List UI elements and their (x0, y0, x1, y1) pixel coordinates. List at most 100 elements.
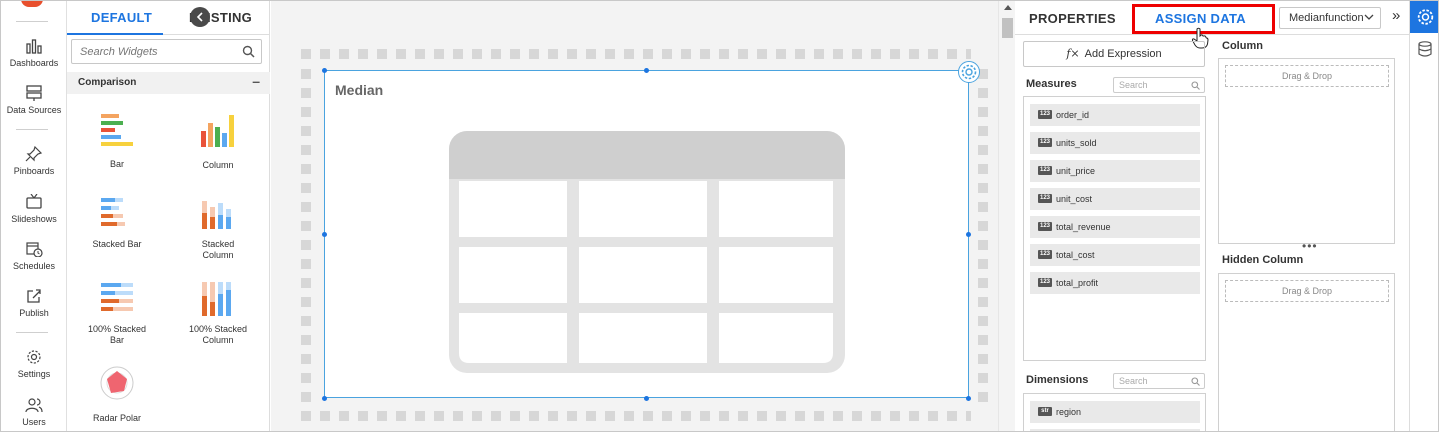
widget-stacked-bar[interactable]: Stacked Bar (72, 195, 162, 250)
resize-handle[interactable] (966, 232, 971, 237)
calendar-clock-icon (26, 242, 43, 257)
data-sources-icon (26, 85, 42, 101)
scroll-thumb[interactable] (1002, 18, 1013, 38)
chevron-left-icon (196, 12, 203, 22)
nav-item-users[interactable]: Users (1, 397, 67, 427)
number-type-icon: 123 (1038, 222, 1052, 231)
scroll-up-arrow[interactable] (1004, 5, 1012, 10)
resize-handle[interactable] (644, 396, 649, 401)
column-chart-widget-icon (173, 111, 263, 151)
widget-bar[interactable]: Bar (72, 111, 162, 170)
nav-item-schedules[interactable]: Schedules (1, 241, 67, 271)
nav-item-settings[interactable]: Settings (1, 349, 67, 379)
median-widget[interactable]: Median (324, 70, 969, 398)
nav-label: Settings (17, 369, 51, 379)
drag-drop-target[interactable]: Drag & Drop (1225, 65, 1389, 87)
tab-properties[interactable]: PROPERTIES (1029, 11, 1116, 26)
collapse-category-icon[interactable]: – (252, 73, 260, 89)
stacked-bar-widget-icon (72, 195, 162, 235)
measure-field-item[interactable]: 123 unit_cost (1030, 188, 1200, 210)
grid-guide (301, 49, 971, 59)
resize-handle[interactable] (644, 68, 649, 73)
measure-field-item[interactable]: 123 total_profit (1030, 272, 1200, 294)
gear-icon (1417, 9, 1434, 25)
widget-search-input[interactable] (72, 40, 232, 63)
field-name: unit_price (1056, 166, 1096, 176)
gear-icon (961, 64, 977, 80)
category-header-comparison[interactable]: Comparison – (67, 72, 270, 94)
more-options-icon[interactable]: ••• (1302, 239, 1318, 253)
string-type-icon: str (1038, 407, 1052, 416)
grid-guide (978, 69, 988, 404)
nav-divider (16, 129, 48, 130)
nav-item-slideshows[interactable]: Slideshows (1, 194, 67, 224)
dimensions-search-input[interactable]: Search (1113, 373, 1205, 389)
collapse-panel-button[interactable] (190, 7, 210, 27)
widget-label: Bar (109, 159, 124, 169)
nav-item-publish[interactable]: Publish (1, 288, 67, 318)
expand-panel-icon[interactable]: » (1392, 7, 1400, 24)
widget-radar-polar[interactable]: Radar Polar (72, 365, 162, 424)
search-icon (1191, 377, 1200, 386)
resize-handle[interactable] (322, 396, 327, 401)
resize-handle[interactable] (966, 396, 971, 401)
widget-label: Radar Polar (92, 413, 142, 423)
pin-icon (25, 146, 43, 162)
widget-100-stacked-bar[interactable]: 100% Stacked Bar (72, 280, 162, 346)
left-nav: Dashboards Data Sources Pinboards Slides… (1, 1, 67, 431)
widget-selector-dropdown[interactable]: Medianfunction (1279, 7, 1381, 29)
drag-drop-target[interactable]: Drag & Drop (1225, 280, 1389, 302)
database-icon[interactable] (1418, 41, 1432, 57)
widget-label: 100% Stacked Bar (87, 324, 147, 345)
hidden-column-drop-zone[interactable]: Drag & Drop (1218, 273, 1395, 431)
search-placeholder: Search (1119, 376, 1148, 386)
field-name: total_revenue (1056, 222, 1111, 232)
100-stacked-bar-widget-icon (72, 280, 162, 320)
properties-tabs: PROPERTIES ASSIGN DATA Medianfunction » (1015, 1, 1409, 35)
widget-label: Stacked Column (201, 239, 235, 260)
widget-100-stacked-column[interactable]: 100% Stacked Column (173, 280, 263, 346)
widget-column[interactable]: Column (173, 111, 263, 171)
nav-item-data-sources[interactable]: Data Sources (1, 85, 67, 115)
category-label: Comparison (78, 77, 137, 88)
field-name: units_sold (1056, 138, 1097, 148)
nav-divider (16, 21, 48, 22)
radar-polar-widget-icon (72, 365, 162, 405)
nav-label: Schedules (12, 261, 56, 271)
number-type-icon: 123 (1038, 166, 1052, 175)
measure-field-item[interactable]: 123 total_cost (1030, 244, 1200, 266)
nav-item-dashboards[interactable]: Dashboards (1, 38, 67, 68)
measure-field-item[interactable]: 123 total_revenue (1030, 216, 1200, 238)
function-icon: f× (1066, 47, 1080, 60)
grid-placeholder-icon (449, 131, 845, 373)
properties-panel: PROPERTIES ASSIGN DATA Medianfunction » … (1015, 1, 1409, 431)
widget-label: Stacked Bar (92, 239, 142, 249)
tab-default[interactable]: DEFAULT (91, 10, 152, 25)
grid-guide (301, 69, 311, 404)
measures-search-input[interactable]: Search (1113, 77, 1205, 93)
canvas-scrollbar[interactable] (998, 1, 1015, 431)
resize-handle[interactable] (322, 232, 327, 237)
add-expression-button[interactable]: f× Add Expression (1023, 41, 1205, 67)
search-icon[interactable] (242, 45, 255, 58)
widget-stacked-column[interactable]: Stacked Column (173, 195, 263, 261)
properties-toggle-button[interactable] (1410, 1, 1438, 33)
measure-field-item[interactable]: 123 order_id (1030, 104, 1200, 126)
stacked-column-widget-icon (173, 195, 263, 235)
widget-settings-button[interactable] (958, 61, 980, 83)
nav-label: Pinboards (13, 166, 55, 176)
field-name: unit_cost (1056, 194, 1093, 204)
column-drop-zone[interactable]: Drag & Drop (1218, 58, 1395, 244)
field-name: total_profit (1056, 278, 1099, 288)
measure-field-item[interactable]: 123 units_sold (1030, 132, 1200, 154)
bar-chart-icon (26, 39, 42, 54)
number-type-icon: 123 (1038, 194, 1052, 203)
resize-handle[interactable] (322, 68, 327, 73)
nav-item-pinboards[interactable]: Pinboards (1, 146, 67, 176)
chevron-down-icon (1364, 14, 1374, 20)
dimension-field-item[interactable]: str region (1030, 401, 1200, 423)
number-type-icon: 123 (1038, 110, 1052, 119)
field-name: region (1056, 407, 1082, 417)
widget-title: Median (335, 82, 384, 98)
measure-field-item[interactable]: 123 unit_price (1030, 160, 1200, 182)
